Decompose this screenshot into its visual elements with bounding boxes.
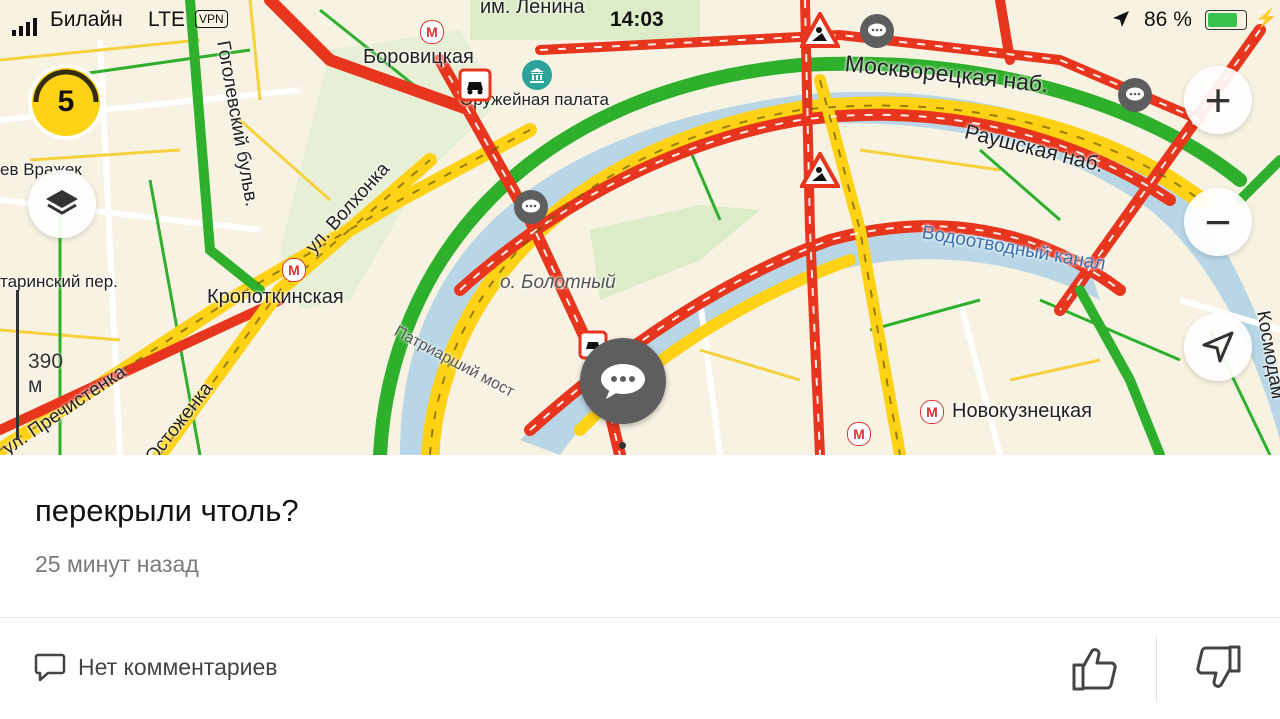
roadworks-icon[interactable] — [798, 149, 842, 195]
comments-button[interactable]: Нет комментариев — [34, 652, 278, 682]
location-arrow-icon — [1112, 10, 1130, 34]
accident-icon[interactable] — [458, 68, 492, 107]
comment-time: 25 минут назад — [35, 551, 199, 577]
dislike-button[interactable] — [1193, 643, 1243, 698]
map-label-borovitskaya: Боровицкая — [363, 46, 474, 68]
roadworks-icon[interactable] — [798, 9, 842, 55]
status-bar: Билайн LTE VPN 14:03 86 % ⚡ — [0, 0, 1280, 40]
museum-icon[interactable] — [522, 60, 552, 90]
like-button[interactable] — [1070, 643, 1120, 698]
charging-icon: ⚡ — [1255, 8, 1278, 28]
traffic-level-value: 5 — [57, 85, 75, 118]
battery-percent: 86 % — [1144, 8, 1192, 31]
network-type: LTE — [148, 8, 185, 31]
vertical-divider — [1156, 636, 1157, 702]
minus-icon: − — [1204, 196, 1232, 248]
map-label-kropotkinskaya: Кропоткинская — [207, 286, 344, 308]
status-time: 14:03 — [610, 8, 664, 31]
scale-bar — [16, 290, 19, 440]
map-label-lenin: им. Ленина — [480, 0, 585, 18]
thumbs-down-icon — [1196, 645, 1241, 688]
scale-label: 390 м — [28, 350, 64, 397]
plus-icon: + — [1204, 74, 1232, 126]
battery-icon — [1205, 10, 1247, 30]
chat-bubble-icon — [601, 364, 645, 399]
map-label-tarinsky: таринский пер. — [0, 272, 118, 291]
speech-bubble-icon — [34, 653, 66, 682]
metro-icon[interactable]: М — [420, 20, 444, 44]
divider — [0, 617, 1280, 618]
pin-anchor-dot — [619, 442, 626, 449]
traffic-map[interactable]: Билайн LTE VPN 14:03 86 % ⚡ им. Ленина Б… — [0, 0, 1280, 455]
my-location-button[interactable] — [1184, 313, 1252, 381]
metro-icon[interactable]: М — [847, 422, 871, 446]
map-label-novokuznetskaya: Новокузнецкая — [952, 400, 1092, 422]
metro-icon[interactable]: М — [282, 258, 306, 282]
comments-label: Нет комментариев — [78, 653, 278, 680]
thumbs-up-icon — [1072, 648, 1117, 691]
selected-comment-pin[interactable] — [580, 338, 666, 424]
carrier-name: Билайн — [50, 8, 123, 31]
map-label-bolotny: о. Болотный — [500, 272, 616, 293]
layers-button[interactable] — [28, 170, 96, 238]
navigation-arrow-icon — [1202, 331, 1234, 363]
chat-marker-icon[interactable] — [514, 190, 548, 224]
zoom-out-button[interactable]: − — [1184, 188, 1252, 256]
chat-marker-icon[interactable] — [860, 14, 894, 48]
metro-icon[interactable]: М — [920, 400, 944, 424]
chat-marker-icon[interactable] — [1118, 78, 1152, 112]
comment-text: перекрыли чтоль? — [35, 493, 299, 528]
zoom-in-button[interactable]: + — [1184, 66, 1252, 134]
vpn-badge: VPN — [195, 10, 228, 28]
traffic-level-button[interactable]: 5 — [32, 68, 100, 136]
signal-icon — [12, 12, 40, 36]
layers-icon — [46, 190, 78, 215]
